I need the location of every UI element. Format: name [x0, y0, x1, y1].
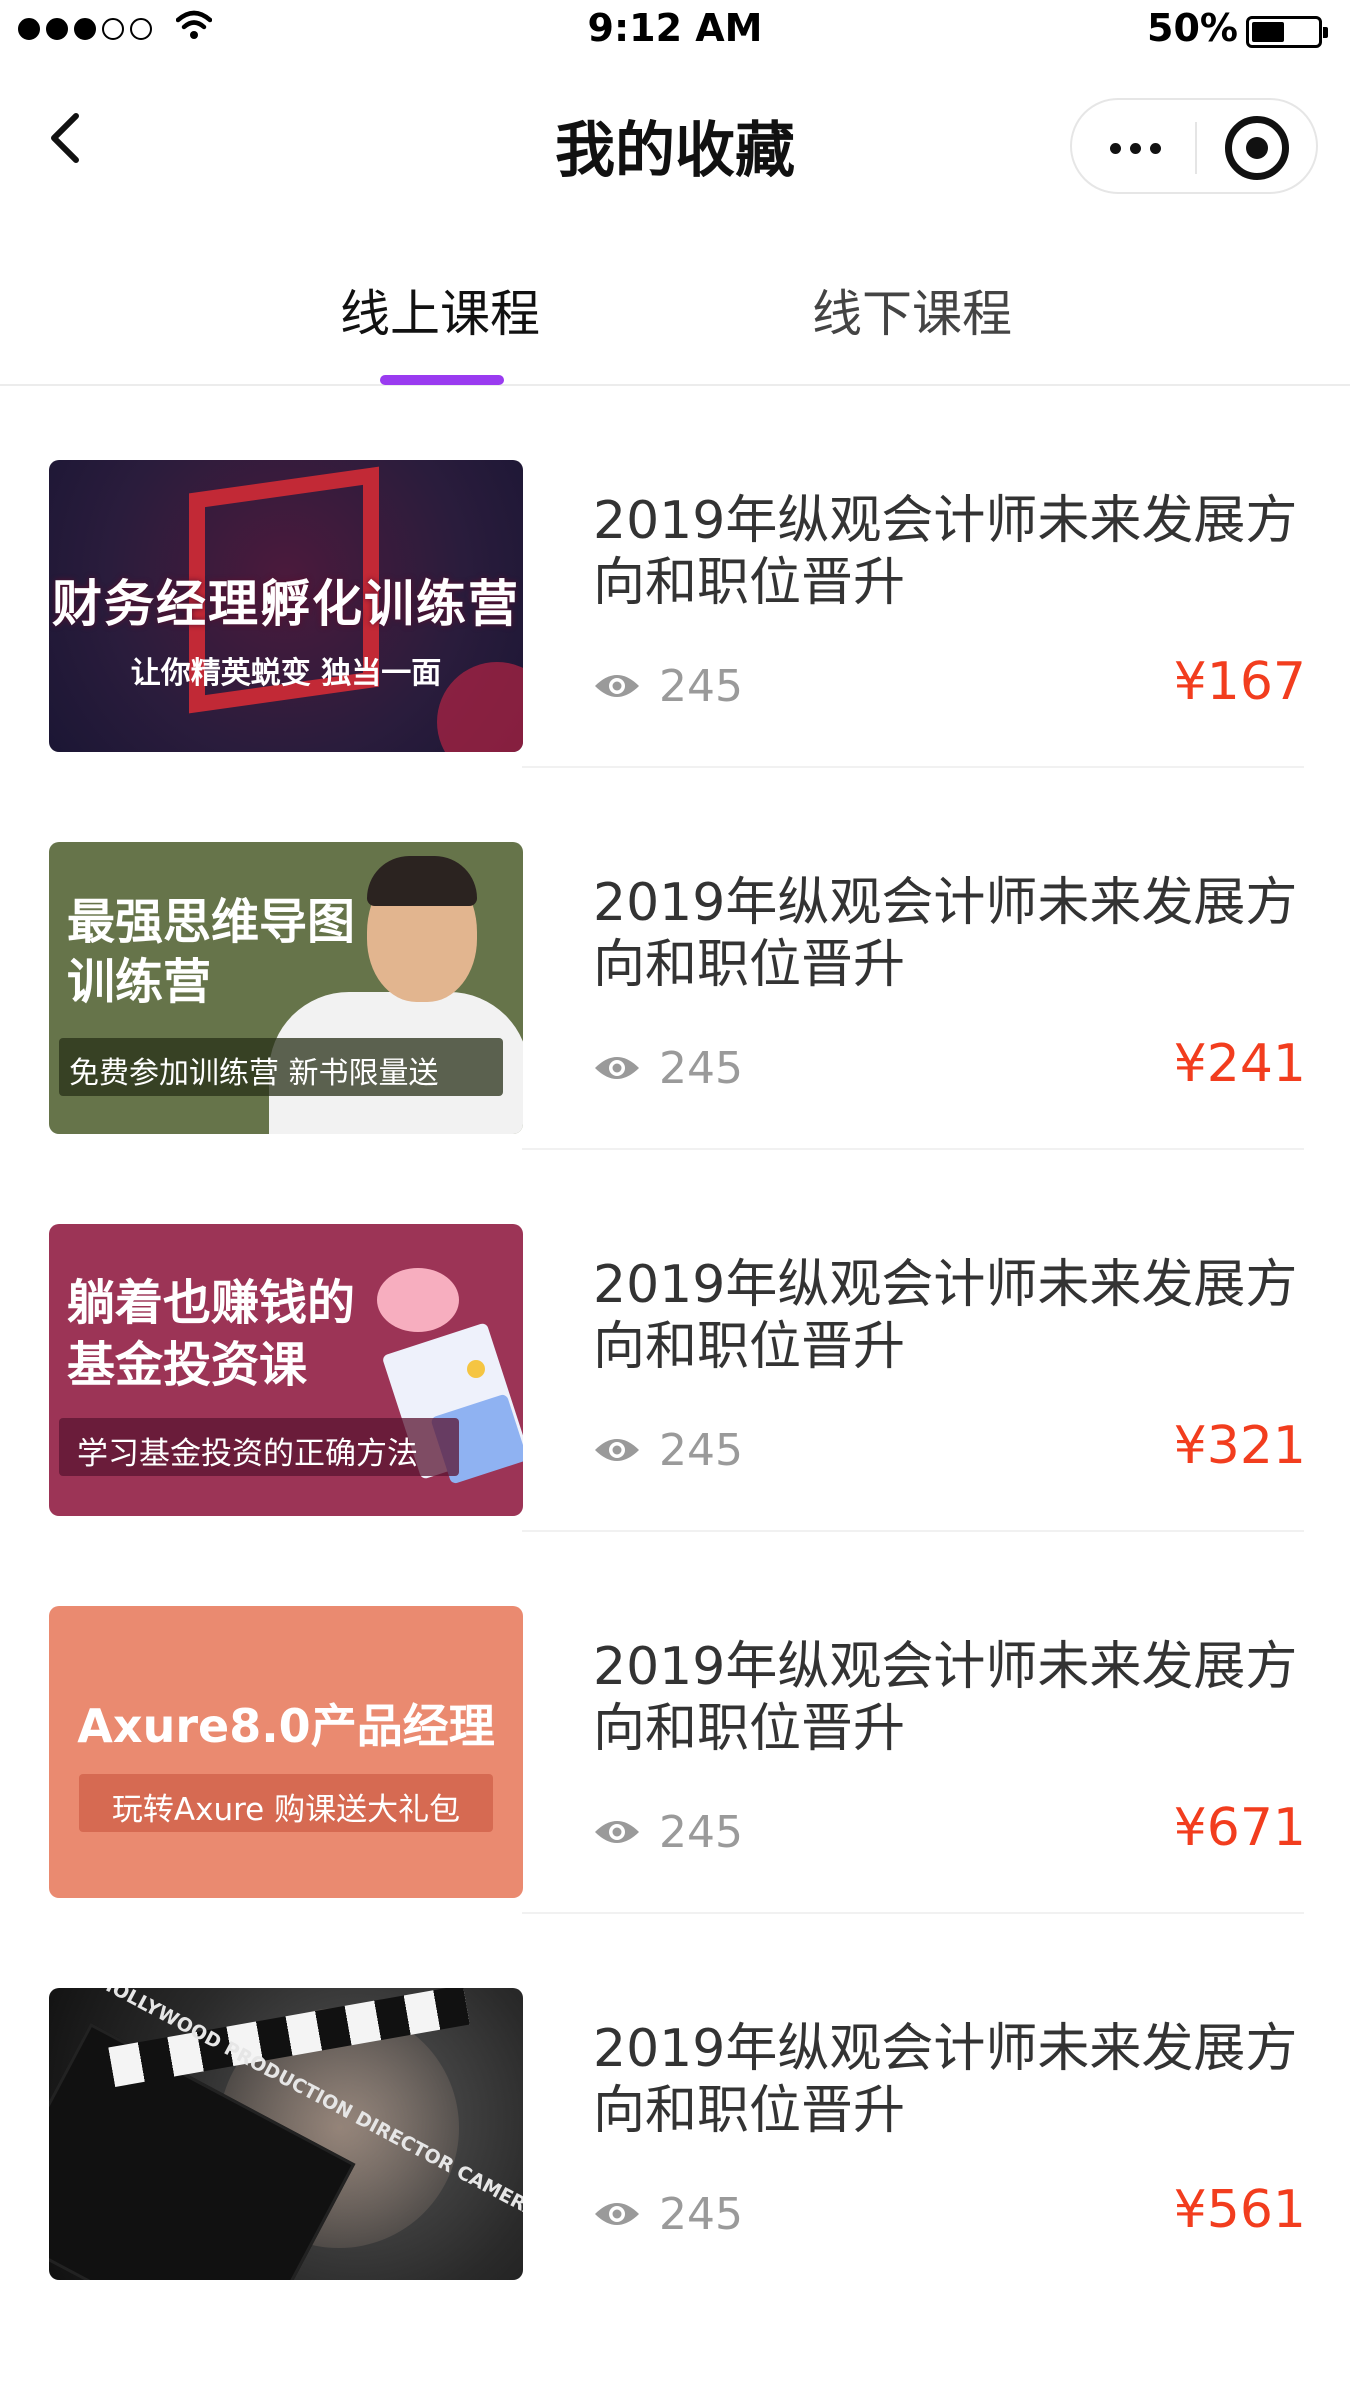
course-item[interactable]: 躺着也赚钱的基金投资课 学习基金投资的正确方法 2019年纵观会计师未来发展方向…	[0, 1150, 1350, 1532]
course-thumbnail: Axure8.0产品经理 玩转Axure 购课送大礼包	[49, 1606, 523, 1898]
course-item[interactable]: 财务经理孵化训练营 让你精英蜕变 独当一面 2019年纵观会计师未来发展方向和职…	[0, 386, 1350, 768]
course-price: ¥561	[1173, 2180, 1306, 2240]
status-bar: 9:12 AM 50%	[0, 0, 1350, 62]
course-title: 2019年纵观会计师未来发展方向和职位晋升	[593, 873, 1298, 995]
thumb-headline: Axure8.0产品经理	[77, 1699, 495, 1753]
course-thumbnail: HOLLYWOOD PRODUCTION DIRECTOR CAMERA DAT…	[49, 1988, 523, 2280]
tab-offline-courses[interactable]: 线下课程	[812, 274, 1012, 346]
course-price: ¥671	[1173, 1798, 1306, 1858]
thumb-subline: 让你精英蜕变 独当一面	[130, 656, 442, 691]
course-item[interactable]: HOLLYWOOD PRODUCTION DIRECTOR CAMERA DAT…	[0, 1914, 1350, 2296]
course-thumbnail: 财务经理孵化训练营 让你精英蜕变 独当一面	[49, 460, 523, 752]
course-item[interactable]: Axure8.0产品经理 玩转Axure 购课送大礼包 2019年纵观会计师未来…	[0, 1532, 1350, 1914]
view-count: 245	[593, 1804, 743, 1860]
thumb-subline: 玩转Axure 购课送大礼包	[111, 1792, 461, 1828]
view-count: 245	[593, 1422, 743, 1478]
battery-percent: 50%	[1147, 6, 1238, 50]
view-count-value: 245	[659, 1424, 743, 1476]
view-count: 245	[593, 658, 743, 714]
course-price: ¥241	[1173, 1034, 1306, 1094]
view-count-value: 245	[659, 660, 743, 712]
course-item[interactable]: 最强思维导图训练营 免费参加训练营 新书限量送 2019年纵观会计师未来发展方向…	[0, 768, 1350, 1150]
view-count-value: 245	[659, 1042, 743, 1094]
thumb-headline: 财务经理孵化训练营	[52, 575, 520, 633]
course-thumbnail: 躺着也赚钱的基金投资课 学习基金投资的正确方法	[49, 1224, 523, 1516]
thumb-headline: 躺着也赚钱的基金投资课	[67, 1275, 356, 1393]
tab-online-courses[interactable]: 线上课程	[340, 274, 540, 346]
eye-icon	[595, 1821, 639, 1843]
target-close-icon[interactable]	[1197, 100, 1320, 196]
thumb-subline: 学习基金投资的正确方法	[77, 1436, 418, 1472]
mini-program-capsule	[1070, 98, 1318, 194]
eye-icon	[595, 2203, 639, 2225]
eye-icon	[595, 1057, 639, 1079]
tab-bar: 线上课程 线下课程	[0, 232, 1350, 386]
view-count-value: 245	[659, 1806, 743, 1858]
view-count-value: 245	[659, 2188, 743, 2240]
eye-icon	[595, 1439, 639, 1461]
thumb-subline: 免费参加训练营 新书限量送	[69, 1056, 439, 1091]
view-count: 245	[593, 1040, 743, 1096]
more-dots-icon[interactable]	[1072, 100, 1195, 196]
course-price: ¥321	[1173, 1416, 1306, 1476]
course-price: ¥167	[1173, 652, 1306, 712]
active-tab-indicator	[380, 375, 504, 385]
course-title: 2019年纵观会计师未来发展方向和职位晋升	[593, 491, 1298, 613]
thumb-headline: 最强思维导图训练营	[67, 894, 356, 1010]
course-title: 2019年纵观会计师未来发展方向和职位晋升	[593, 2019, 1298, 2141]
course-title: 2019年纵观会计师未来发展方向和职位晋升	[593, 1255, 1298, 1377]
nav-bar: 我的收藏	[0, 62, 1350, 232]
course-title: 2019年纵观会计师未来发展方向和职位晋升	[593, 1637, 1298, 1759]
eye-icon	[595, 675, 639, 697]
battery-icon	[1246, 16, 1328, 48]
course-thumbnail: 最强思维导图训练营 免费参加训练营 新书限量送	[49, 842, 523, 1134]
view-count: 245	[593, 2186, 743, 2242]
